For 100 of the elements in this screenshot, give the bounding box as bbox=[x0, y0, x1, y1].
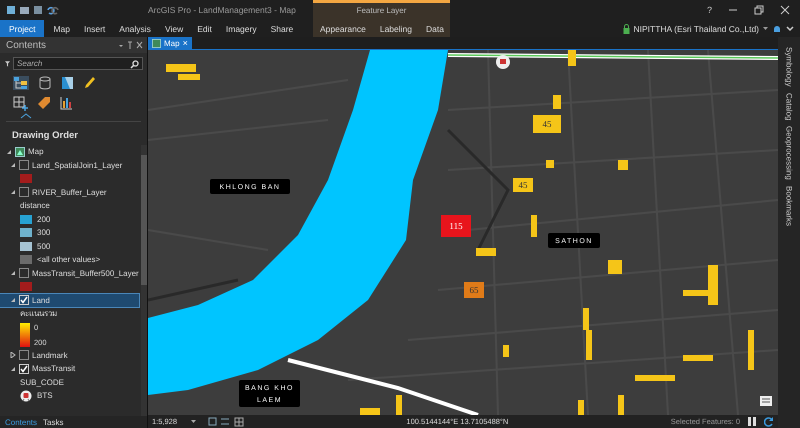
search-icon bbox=[130, 60, 139, 69]
ribbon-tab[interactable]: Edit bbox=[190, 20, 219, 37]
contextual-group-title: Feature Layer bbox=[356, 5, 408, 17]
layer-checkbox[interactable] bbox=[19, 187, 29, 198]
map-tool-icon[interactable] bbox=[760, 396, 772, 406]
building-shape bbox=[578, 400, 584, 415]
building-shape bbox=[360, 408, 380, 415]
ribbon-tab[interactable]: Labeling bbox=[372, 20, 419, 37]
restore-icon[interactable] bbox=[754, 5, 764, 15]
chevron-down-icon[interactable] bbox=[786, 26, 794, 32]
legend-field-name: SUB_CODE bbox=[20, 378, 64, 387]
pause-icon[interactable] bbox=[748, 417, 756, 426]
expanded-arrow-icon[interactable] bbox=[6, 148, 12, 155]
pane-tab[interactable]: Tasks bbox=[43, 416, 64, 428]
notification-icon[interactable] bbox=[772, 24, 782, 34]
ribbon-tab[interactable]: Map bbox=[46, 20, 78, 37]
parcel-value: 65 bbox=[470, 285, 478, 295]
tree-item[interactable]: Map bbox=[28, 147, 44, 156]
pencil-icon[interactable] bbox=[83, 76, 96, 90]
caret-icon[interactable] bbox=[191, 420, 196, 424]
help-button[interactable]: ? bbox=[706, 5, 712, 15]
close-icon[interactable] bbox=[780, 5, 790, 15]
ribbon-tab[interactable]: Analysis bbox=[112, 20, 158, 37]
pane-title: Contents bbox=[6, 40, 46, 50]
section-heading: Drawing Order bbox=[11, 129, 79, 143]
layer-row[interactable]: Land_SpatialJoin1_Layer bbox=[0, 158, 139, 172]
building-shape bbox=[396, 395, 402, 415]
layer-checkbox[interactable] bbox=[19, 160, 29, 170]
ribbon-tab[interactable]: Data bbox=[418, 20, 451, 37]
pane-options-icon[interactable] bbox=[119, 41, 143, 49]
collapsed-arrow-icon[interactable] bbox=[10, 352, 16, 358]
search-field[interactable]: Search bbox=[13, 57, 143, 70]
expanded-arrow-icon[interactable] bbox=[10, 189, 16, 196]
ribbon-tab[interactable]: Imagery bbox=[218, 20, 264, 37]
parcel-value: 45 bbox=[518, 180, 528, 190]
database-icon[interactable] bbox=[38, 76, 52, 90]
layer-checkbox[interactable] bbox=[19, 295, 29, 306]
layer-name: MassTransit bbox=[32, 364, 76, 374]
building-shape bbox=[531, 215, 537, 237]
building-shape bbox=[568, 50, 576, 66]
side-pane-tab[interactable]: Catalog bbox=[784, 92, 794, 120]
legend-label: 300 bbox=[37, 228, 50, 238]
expanded-arrow-icon[interactable] bbox=[10, 162, 16, 168]
layer-name: MassTransit_Buffer500_Layer bbox=[32, 268, 139, 278]
layer-row[interactable]: MassTransit_Buffer500_Layer bbox=[0, 266, 139, 280]
side-pane-tab[interactable]: Bookmarks bbox=[784, 186, 794, 226]
layer-name: Land_SpatialJoin1_Layer bbox=[32, 160, 122, 170]
side-pane-tab[interactable]: Symbology bbox=[784, 47, 794, 87]
bar-chart-icon[interactable] bbox=[60, 96, 73, 110]
window-title: ArcGIS Pro - LandManagement3 - Map bbox=[148, 5, 296, 15]
layer-row[interactable]: MassTransit bbox=[0, 362, 139, 376]
legend-label: 200 bbox=[37, 214, 50, 224]
add-grid-icon[interactable] bbox=[13, 96, 28, 111]
tag-icon[interactable] bbox=[37, 96, 51, 110]
legend-label: 500 bbox=[37, 242, 50, 251]
legend-label: BTS bbox=[37, 391, 53, 400]
building-shape bbox=[476, 248, 496, 256]
expanded-arrow-icon[interactable] bbox=[10, 366, 16, 372]
legend-field-name: distance bbox=[20, 201, 50, 210]
selected-layer-row[interactable]: Land bbox=[0, 294, 139, 307]
building-shape bbox=[683, 355, 713, 361]
layer-checkbox[interactable] bbox=[19, 364, 29, 374]
ribbon-tab[interactable]: Appearance bbox=[313, 20, 373, 37]
layer-checkbox[interactable] bbox=[19, 350, 29, 360]
building-shape bbox=[503, 345, 509, 357]
caret-icon[interactable] bbox=[763, 26, 768, 31]
map-view-tab[interactable]: Map × bbox=[148, 37, 192, 49]
layer-row[interactable]: Landmark bbox=[0, 348, 139, 362]
transit-station-icon bbox=[20, 390, 32, 402]
building-shape bbox=[748, 330, 754, 370]
grid-tools-icon[interactable] bbox=[208, 416, 244, 426]
map-icon bbox=[152, 38, 161, 48]
layer-name: RIVER_Buffer_Layer bbox=[32, 188, 107, 197]
collapse-chevron-icon[interactable] bbox=[20, 113, 32, 119]
expanded-arrow-icon[interactable] bbox=[10, 297, 16, 304]
ribbon-tab[interactable]: Share bbox=[264, 20, 300, 37]
expanded-arrow-icon[interactable] bbox=[10, 270, 16, 276]
user-account[interactable]: NIPITTHA (Esri Thailand Co.,Ltd) bbox=[634, 24, 759, 34]
side-pane-tab[interactable]: Geoprocessing bbox=[784, 126, 794, 180]
ribbon-tab[interactable]: View bbox=[158, 20, 190, 37]
color-ramp bbox=[20, 322, 30, 346]
ribbon-tab[interactable]: Project bbox=[0, 20, 44, 37]
lock-icon bbox=[622, 24, 630, 34]
refresh-icon[interactable] bbox=[764, 416, 774, 426]
layer-name: Landmark bbox=[32, 350, 68, 360]
ribbon-tab[interactable]: Insert bbox=[77, 20, 112, 37]
map-layer-icon[interactable] bbox=[61, 76, 74, 90]
station-marker-icon bbox=[496, 55, 510, 69]
list-by-drawing-order-icon[interactable] bbox=[13, 76, 29, 90]
building-shape bbox=[618, 395, 624, 415]
building-shape bbox=[178, 74, 200, 80]
scrollbar-thumb[interactable] bbox=[140, 155, 147, 285]
parcel-value: 45 bbox=[542, 119, 552, 129]
layer-checkbox[interactable] bbox=[19, 268, 29, 278]
filter-icon[interactable] bbox=[5, 58, 10, 68]
building-shape bbox=[166, 64, 196, 72]
map-icon bbox=[15, 146, 25, 157]
pane-tab[interactable]: Contents bbox=[5, 416, 38, 428]
tab-close-button[interactable]: × bbox=[182, 38, 188, 48]
layer-row[interactable]: RIVER_Buffer_Layer bbox=[0, 186, 139, 199]
